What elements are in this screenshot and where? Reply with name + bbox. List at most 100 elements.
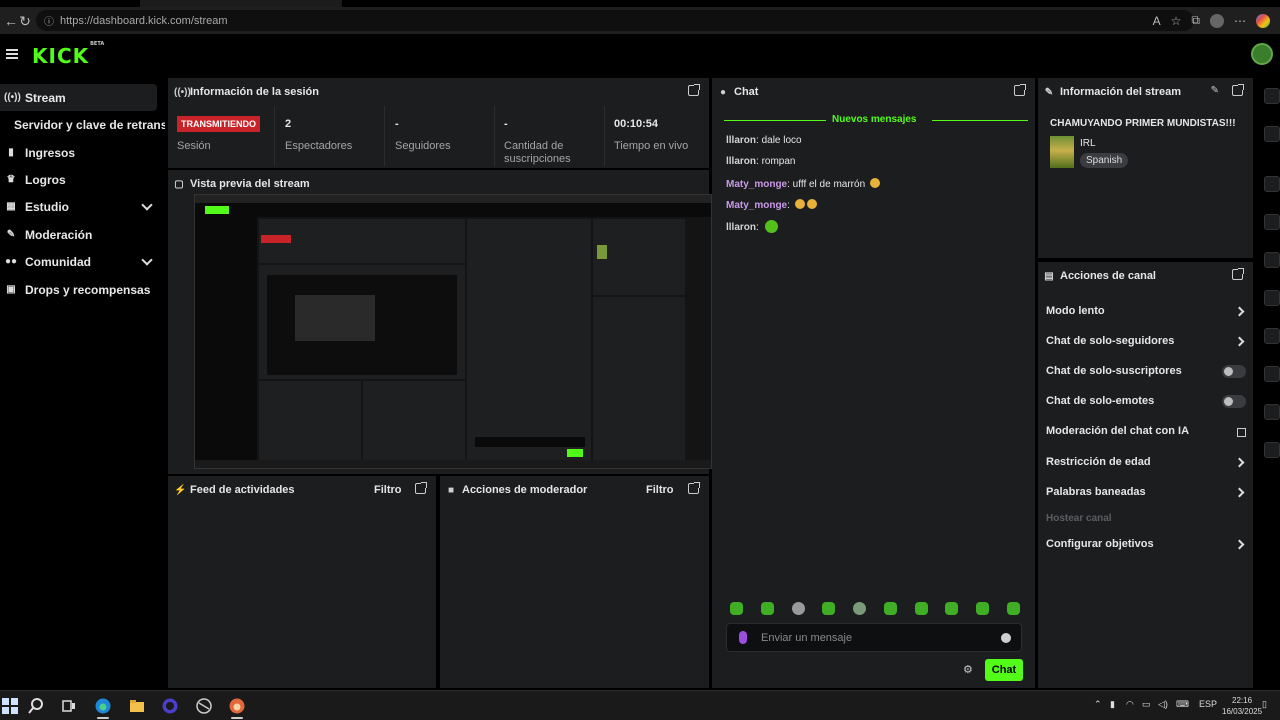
action-configure-goals[interactable]: Configurar objetivos — [1046, 538, 1246, 556]
gear-icon[interactable]: ⚙ — [963, 663, 973, 676]
edit-pencil-icon[interactable]: ✎ — [1211, 85, 1219, 96]
menu-hamburger-icon[interactable] — [6, 49, 18, 59]
pop-out-icon[interactable] — [1232, 268, 1244, 280]
copilot-icon[interactable] — [1256, 13, 1270, 28]
subscribers-only-toggle[interactable] — [1222, 365, 1246, 378]
link-icon[interactable] — [1264, 328, 1280, 344]
filter-button[interactable]: Filtro — [374, 484, 402, 496]
microphone-icon[interactable]: ▮ — [1110, 699, 1115, 710]
browser-tab[interactable] — [0, 0, 140, 7]
emote-icon[interactable] — [822, 602, 836, 615]
emote-icon[interactable] — [853, 602, 867, 615]
emote-icon[interactable] — [791, 602, 805, 615]
new-messages-divider: Nuevos mensajes — [724, 114, 1028, 126]
app-icon[interactable] — [196, 698, 212, 714]
collections-icon[interactable]: ⧉ — [1191, 13, 1200, 28]
volume-icon[interactable]: ◁) — [1158, 699, 1168, 710]
emote-icon[interactable] — [760, 602, 774, 615]
document-icon[interactable] — [1264, 252, 1280, 268]
language-indicator[interactable]: ESP — [1199, 699, 1217, 709]
action-emotes-only-chat[interactable]: Chat de solo-emotes — [1046, 395, 1246, 413]
chat-message[interactable]: lllaron: dale loco — [726, 135, 802, 146]
windows-start-icon[interactable] — [2, 698, 18, 714]
emoji-picker-icon[interactable] — [1001, 633, 1011, 643]
pop-out-icon[interactable] — [688, 84, 700, 96]
chat-message[interactable]: Maty_monge: — [726, 199, 817, 211]
chat-message[interactable]: lllaron: — [726, 220, 778, 233]
chevron-up-icon[interactable]: ⌃ — [1094, 699, 1102, 710]
list-icon[interactable] — [1264, 366, 1280, 382]
url-field[interactable]: ⓘ https://dashboard.kick.com/stream — [36, 10, 1194, 31]
pop-out-icon[interactable] — [688, 482, 700, 494]
pop-out-icon[interactable] — [415, 482, 427, 494]
chat-username[interactable]: lllaron — [726, 222, 756, 233]
action-banned-words[interactable]: Palabras baneadas — [1046, 486, 1246, 504]
browser-tab[interactable] — [342, 0, 1280, 7]
action-followers-only-chat[interactable]: Chat de solo-seguidores — [1046, 335, 1246, 353]
notifications-icon[interactable]: ▯ — [1262, 699, 1267, 710]
send-chat-button[interactable]: Chat — [985, 659, 1023, 681]
chat-username[interactable]: lllaron — [726, 156, 756, 167]
rocket-icon[interactable] — [1264, 214, 1280, 230]
sidebar-item-drops[interactable]: ▣ Drops y recompensas — [0, 276, 157, 303]
sidebar-item-server-key[interactable]: Servidor y clave de retransm — [14, 111, 165, 138]
kick-logo[interactable]: KICKBETA — [32, 41, 104, 68]
action-subscribers-only-chat[interactable]: Chat de solo-suscriptores — [1046, 365, 1246, 383]
pop-out-icon[interactable] — [1014, 84, 1026, 96]
chat-message[interactable]: lllaron: rompan — [726, 156, 795, 167]
edge-browser-icon[interactable] — [95, 698, 111, 714]
tool-icon[interactable] — [1264, 176, 1280, 192]
chat-username[interactable]: Maty_monge — [726, 179, 787, 190]
action-age-restriction[interactable]: Restricción de edad — [1046, 456, 1246, 474]
emote-icon[interactable] — [914, 602, 928, 615]
info-icon[interactable] — [1264, 88, 1280, 104]
display-icon[interactable]: ▭ — [1142, 699, 1151, 710]
favorite-star-icon[interactable]: ☆ — [1171, 14, 1182, 28]
stream-preview-video[interactable] — [194, 194, 712, 469]
microphone-icon[interactable] — [739, 631, 747, 644]
filter-button[interactable]: Filtro — [646, 484, 674, 496]
action-slow-mode[interactable]: Modo lento — [1046, 305, 1246, 323]
file-explorer-icon[interactable] — [129, 698, 145, 714]
obs-icon[interactable] — [162, 698, 178, 714]
emote-icon[interactable] — [945, 602, 959, 615]
chat-message-input[interactable]: Enviar un mensaje — [726, 623, 1022, 652]
sidebar-item-ingresos[interactable]: ▮ Ingresos — [0, 139, 157, 166]
emote-icon[interactable] — [976, 602, 990, 615]
chat-username[interactable]: lllaron — [726, 135, 756, 146]
chat-username[interactable]: Maty_monge — [726, 200, 787, 211]
search-icon[interactable] — [28, 698, 44, 714]
chevron-down-icon — [141, 199, 153, 211]
keyboard-icon[interactable]: ⌨ — [1176, 699, 1189, 710]
panel-title: ▤ Acciones de canal — [1044, 270, 1156, 282]
profile-icon[interactable] — [1210, 13, 1224, 28]
external-link-icon[interactable] — [1237, 428, 1246, 437]
sidebar-item-label: Comunidad — [25, 254, 91, 269]
emote-icon[interactable] — [730, 602, 743, 615]
user-avatar[interactable] — [1251, 43, 1273, 65]
sidebar-item-moderacion[interactable]: ✎ Moderación — [0, 221, 157, 248]
site-info-icon[interactable]: ⓘ — [44, 13, 54, 28]
system-clock[interactable]: 22:16 16/03/2025 — [1222, 695, 1262, 717]
emote-icon[interactable] — [883, 602, 897, 615]
action-ai-chat-moderation[interactable]: Moderación del chat con IA — [1046, 425, 1246, 443]
sidebar-item-logros[interactable]: ♛ Logros — [0, 166, 157, 193]
people-icon[interactable] — [1264, 442, 1280, 458]
emotes-only-toggle[interactable] — [1222, 395, 1246, 408]
headset-icon[interactable]: ◠ — [1126, 699, 1134, 710]
pencil-icon[interactable] — [1264, 126, 1280, 142]
sidebar-item-estudio[interactable]: ▦ Estudio — [0, 193, 157, 220]
fox-app-icon[interactable] — [229, 698, 245, 714]
emote-icon[interactable] — [1006, 602, 1020, 615]
reload-icon[interactable]: ↻ — [14, 10, 36, 32]
chat-message[interactable]: Maty_monge: ufff el de marrón — [726, 178, 880, 190]
read-aloud-icon[interactable]: A — [1153, 14, 1161, 28]
chat-bubble-icon[interactable] — [1264, 290, 1280, 306]
sidebar-item-stream[interactable]: ((•)) Stream — [0, 84, 157, 111]
wrench-icon[interactable] — [1264, 404, 1280, 420]
panel-title: ● Chat — [719, 86, 759, 98]
sidebar-item-comunidad[interactable]: ●● Comunidad — [0, 248, 157, 275]
more-menu-icon[interactable]: ⋯ — [1234, 14, 1246, 28]
pop-out-icon[interactable] — [1232, 84, 1244, 96]
task-view-icon[interactable] — [61, 698, 77, 714]
